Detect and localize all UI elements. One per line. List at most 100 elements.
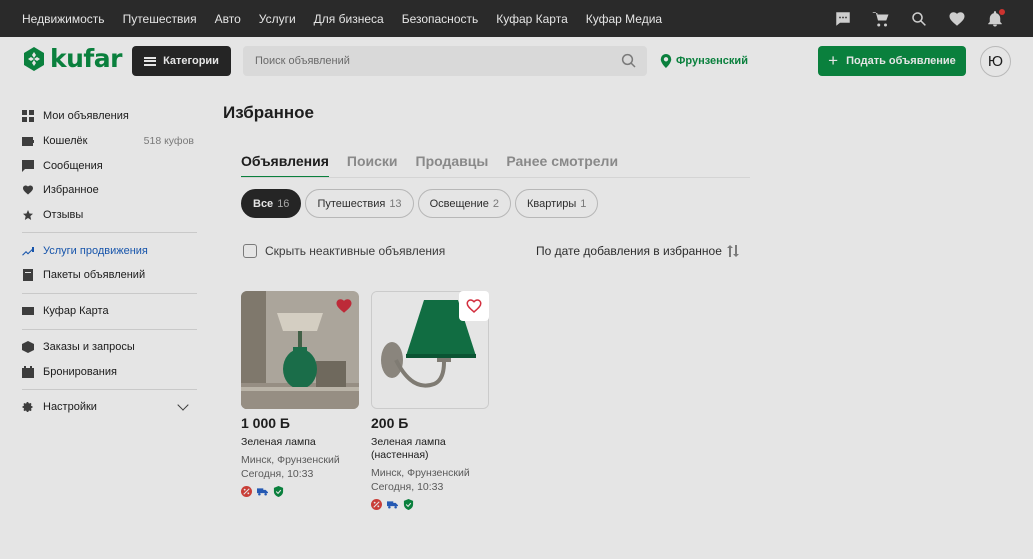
top-link-security[interactable]: Безопасность [402,12,479,26]
ad-price: 1 000 Б [241,415,290,431]
ad-location: Минск, Фрунзенский [241,454,340,466]
hide-inactive-label: Скрыть неактивные объявления [265,244,446,258]
sort-selector[interactable]: По дате добавления в избранное [536,244,739,258]
discount-badge-icon [371,499,382,510]
search-icon[interactable] [620,52,638,70]
trend-icon [22,246,34,256]
location-selector[interactable]: Фрунзенский [660,54,748,68]
chevron-down-icon [177,399,189,411]
top-link-business[interactable]: Для бизнеса [314,12,384,26]
categories-button[interactable]: Категории [132,46,231,76]
menu-icon [144,56,157,66]
location-label: Фрунзенский [676,55,748,67]
sidebar-divider [22,388,197,390]
ad-date: Сегодня, 10:33 [241,467,314,480]
sidebar-item-label: Бронирования [43,365,117,378]
sidebar-item-label: Настройки [43,401,97,414]
tab-ads[interactable]: Объявления [241,153,329,178]
top-link-kufar-media[interactable]: Куфар Медиа [586,12,662,26]
hide-inactive-filter[interactable]: Скрыть неактивные объявления [243,244,445,258]
ad-date: Сегодня, 10:33 [371,480,444,493]
sidebar-item-packages[interactable]: Пакеты объявлений [22,263,197,288]
logo-text: kufar [50,44,123,73]
ad-title[interactable]: Зеленая лампа [241,436,359,449]
sidebar-item-orders[interactable]: Заказы и запросы [22,335,197,360]
sidebar-item-settings[interactable]: Настройки [22,395,197,420]
sidebar-item-label: Мои объявления [43,110,129,123]
sort-label: По дате добавления в избранное [536,244,722,258]
sidebar-item-label: Услуги продвижения [43,244,148,257]
sidebar-divider [22,328,197,330]
chip-apartments[interactable]: Квартиры 1 [514,189,599,218]
avatar[interactable]: Ю [980,46,1011,77]
box-icon [22,340,34,353]
ad-photo[interactable] [241,291,359,409]
sidebar-item-wallet[interactable]: Кошелёк 518 куфов [22,129,197,154]
saved-search-icon[interactable] [909,9,929,29]
search-input[interactable] [243,46,647,76]
sidebar-item-bookings[interactable]: Бронирования [22,359,197,384]
heart-outline-icon [466,299,482,314]
delivery-truck-icon [257,486,268,497]
sidebar-item-label: Отзывы [43,209,84,222]
top-icons [833,0,1005,37]
grid-icon [22,110,34,123]
sidebar-item-messages[interactable]: Сообщения [22,153,197,178]
sidebar-item-label: Избранное [43,184,99,197]
notification-dot [999,8,1005,15]
top-link-travel[interactable]: Путешествия [123,12,197,26]
top-link-services[interactable]: Услуги [259,12,296,26]
chip-travel[interactable]: Путешествия 13 [305,189,414,218]
top-link-kufar-card[interactable]: Куфар Карта [496,12,568,26]
top-link-realty[interactable]: Недвижимость [22,12,105,26]
chip-all[interactable]: Все 16 [241,189,302,218]
sidebar-item-my-ads[interactable]: Мои объявления [22,104,197,129]
ad-card[interactable]: 1 000 Б Зеленая лампа Минск, Фрунзенский… [241,291,359,497]
page-title: Избранное [223,103,314,122]
tab-searches[interactable]: Поиски [347,153,398,178]
package-icon [23,269,33,282]
chip-count: 2 [492,197,499,210]
verified-shield-icon [403,499,414,510]
heart-icon[interactable] [947,9,967,29]
ad-title[interactable]: Зеленая лампа (настенная) [371,436,489,462]
sidebar-item-reviews[interactable]: Отзывы [22,203,197,228]
sidebar-divider [22,292,197,294]
favorites-tabs: Объявления Поиски Продавцы Ранее смотрел… [241,153,618,178]
account-sidebar: Мои объявления Кошелёк 518 куфов Сообщен… [22,104,197,420]
cart-icon[interactable] [871,9,891,29]
sidebar-item-label: Пакеты объявлений [43,269,146,282]
top-links: Недвижимость Путешествия Авто Услуги Для… [22,0,662,37]
sidebar-item-promotion[interactable]: Услуги продвижения [22,238,197,263]
heart-icon [23,185,33,195]
chip-label: Путешествия [317,197,386,210]
chip-label: Все [253,197,274,210]
sidebar-item-kufar-card[interactable]: Куфар Карта [22,299,197,324]
hide-inactive-checkbox[interactable] [243,244,257,258]
location-pin-icon [660,54,672,68]
tabs-divider [241,177,750,178]
top-link-auto[interactable]: Авто [215,12,241,26]
chip-lighting[interactable]: Освещение 2 [417,189,511,218]
favorites-tabs-card: Объявления Поиски Продавцы Ранее смотрел… [223,141,768,233]
ad-badges [241,486,359,497]
sidebar-divider [22,232,197,234]
sidebar-item-favorites[interactable]: Избранное [22,178,197,203]
chat-icon[interactable] [833,9,853,29]
post-ad-button[interactable]: + Подать объявление [818,46,966,76]
sort-icon [726,245,739,257]
gear-icon [22,402,33,413]
calendar-icon [22,365,34,378]
discount-badge-icon [241,486,252,497]
favorite-toggle-button[interactable] [459,291,489,321]
favorite-heart-icon[interactable] [335,297,353,315]
kufar-logo[interactable]: kufar [22,44,123,73]
card-icon [22,307,34,316]
bell-icon[interactable] [985,8,1005,29]
sidebar-item-label: Кошелёк [43,135,88,148]
tab-recently-viewed[interactable]: Ранее смотрели [506,153,618,178]
sidebar-item-label: Заказы и запросы [43,340,135,353]
ad-card[interactable]: 200 Б Зеленая лампа (настенная) Минск, Ф… [371,291,489,510]
tab-sellers[interactable]: Продавцы [416,153,489,178]
favorites-listing: 1 000 Б Зеленая лампа Минск, Фрунзенский… [223,272,768,559]
